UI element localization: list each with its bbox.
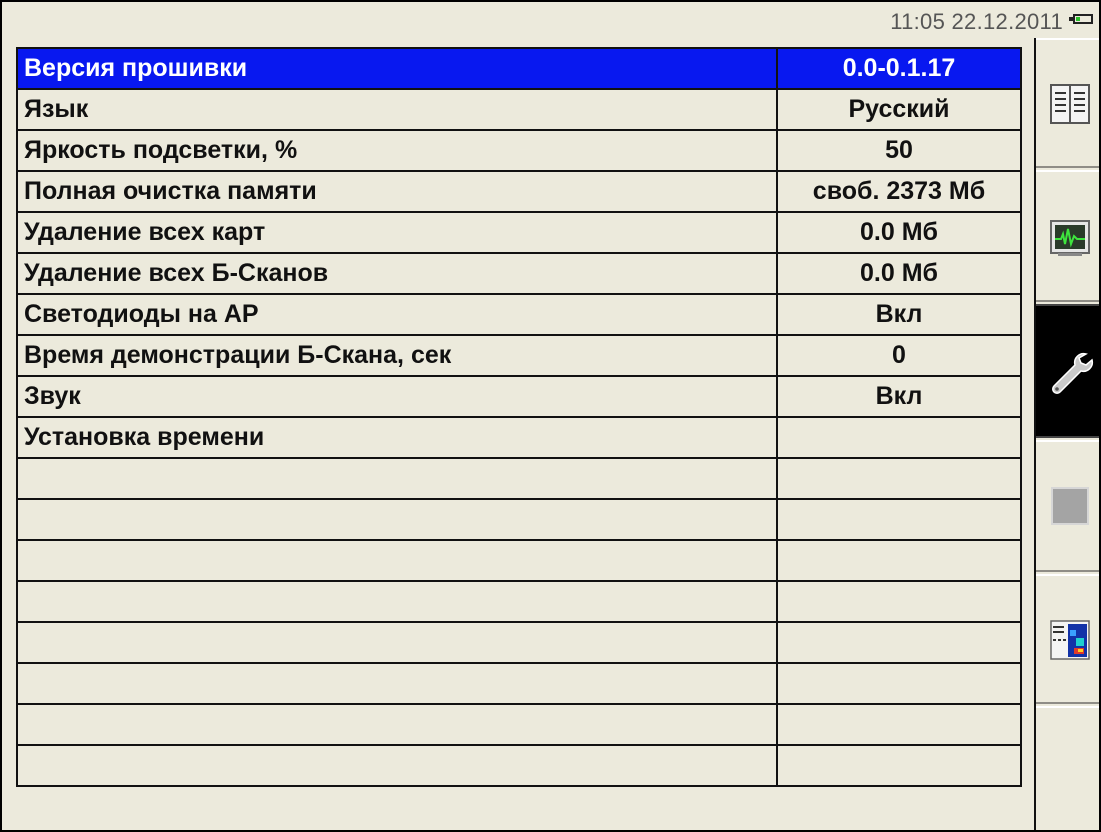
settings-row-empty (16, 539, 1022, 582)
setting-value (776, 621, 1022, 664)
setting-label: Установка времени (16, 416, 778, 459)
setting-label: Светодиоды на АР (16, 293, 778, 336)
settings-row-sound[interactable]: Звук Вкл (16, 375, 1022, 418)
setting-value: 0.0 Мб (776, 252, 1022, 295)
blank-button[interactable] (1036, 440, 1099, 572)
setting-value (776, 703, 1022, 746)
setting-label: Звук (16, 375, 778, 418)
setting-label (16, 662, 778, 705)
wrench-icon (1052, 352, 1094, 394)
setting-value: 0 (776, 334, 1022, 377)
settings-row-empty (16, 498, 1022, 541)
setting-label (16, 703, 778, 746)
setting-label (16, 457, 778, 500)
setting-label (16, 621, 778, 664)
settings-row-empty (16, 662, 1022, 705)
device-screen: 11:05 22.12.2011 Версия прошивки 0.0-0.1… (0, 0, 1101, 832)
setting-value: 0.0-0.1.17 (776, 47, 1022, 90)
settings-row-firmware-version[interactable]: Версия прошивки 0.0-0.1.17 (16, 47, 1022, 90)
document-icon (1050, 84, 1090, 124)
settings-row-delete-bscans[interactable]: Удаление всех Б-Сканов 0.0 Мб (16, 252, 1022, 295)
bscan-report-icon (1050, 620, 1090, 660)
setting-value (776, 539, 1022, 582)
setting-label (16, 580, 778, 623)
settings-row-backlight[interactable]: Яркость подсветки, % 50 (16, 129, 1022, 172)
setting-label (16, 498, 778, 541)
setting-label: Удаление всех Б-Сканов (16, 252, 778, 295)
setting-label (16, 744, 778, 787)
setting-value: Вкл (776, 375, 1022, 418)
setting-value: 0.0 Мб (776, 211, 1022, 254)
settings-button[interactable] (1036, 304, 1099, 438)
settings-table: Версия прошивки 0.0-0.1.17 Язык Русский … (16, 47, 1022, 787)
settings-row-empty (16, 703, 1022, 746)
setting-value: Русский (776, 88, 1022, 131)
bscan-report-button[interactable] (1036, 574, 1099, 704)
setting-label: Версия прошивки (16, 47, 778, 90)
setting-label: Удаление всех карт (16, 211, 778, 254)
setting-label: Полная очистка памяти (16, 170, 778, 213)
side-toolbar (1034, 38, 1099, 830)
settings-row-empty (16, 457, 1022, 500)
setting-value (776, 744, 1022, 787)
setting-value (776, 580, 1022, 623)
settings-row-empty (16, 580, 1022, 623)
setting-label: Время демонстрации Б-Скана, сек (16, 334, 778, 377)
gray-square-icon (1051, 487, 1089, 525)
clock-datetime: 11:05 22.12.2011 (890, 9, 1063, 34)
setting-label: Язык (16, 88, 778, 131)
settings-row-set-time[interactable]: Установка времени (16, 416, 1022, 459)
settings-row-leds[interactable]: Светодиоды на АР Вкл (16, 293, 1022, 336)
setting-value (776, 662, 1022, 705)
document-button[interactable] (1036, 38, 1099, 168)
settings-row-clear-memory[interactable]: Полная очистка памяти своб. 2373 Мб (16, 170, 1022, 213)
settings-table-area: Версия прошивки 0.0-0.1.17 Язык Русский … (16, 47, 1032, 830)
settings-row-delete-maps[interactable]: Удаление всех карт 0.0 Мб (16, 211, 1022, 254)
setting-value: своб. 2373 Мб (776, 170, 1022, 213)
settings-row-empty (16, 744, 1022, 787)
settings-row-language[interactable]: Язык Русский (16, 88, 1022, 131)
battery-icon (1069, 14, 1093, 24)
monitor-waveform-icon (1050, 220, 1090, 256)
ascan-view-button[interactable] (1036, 170, 1099, 302)
setting-value (776, 457, 1022, 500)
settings-row-bscan-demo-time[interactable]: Время демонстрации Б-Скана, сек 0 (16, 334, 1022, 377)
setting-label: Яркость подсветки, % (16, 129, 778, 172)
setting-value (776, 498, 1022, 541)
empty-side-slot (1036, 706, 1099, 830)
settings-row-empty (16, 621, 1022, 664)
setting-label (16, 539, 778, 582)
setting-value (776, 416, 1022, 459)
status-bar: 11:05 22.12.2011 (2, 2, 1099, 38)
setting-value: Вкл (776, 293, 1022, 336)
setting-value: 50 (776, 129, 1022, 172)
